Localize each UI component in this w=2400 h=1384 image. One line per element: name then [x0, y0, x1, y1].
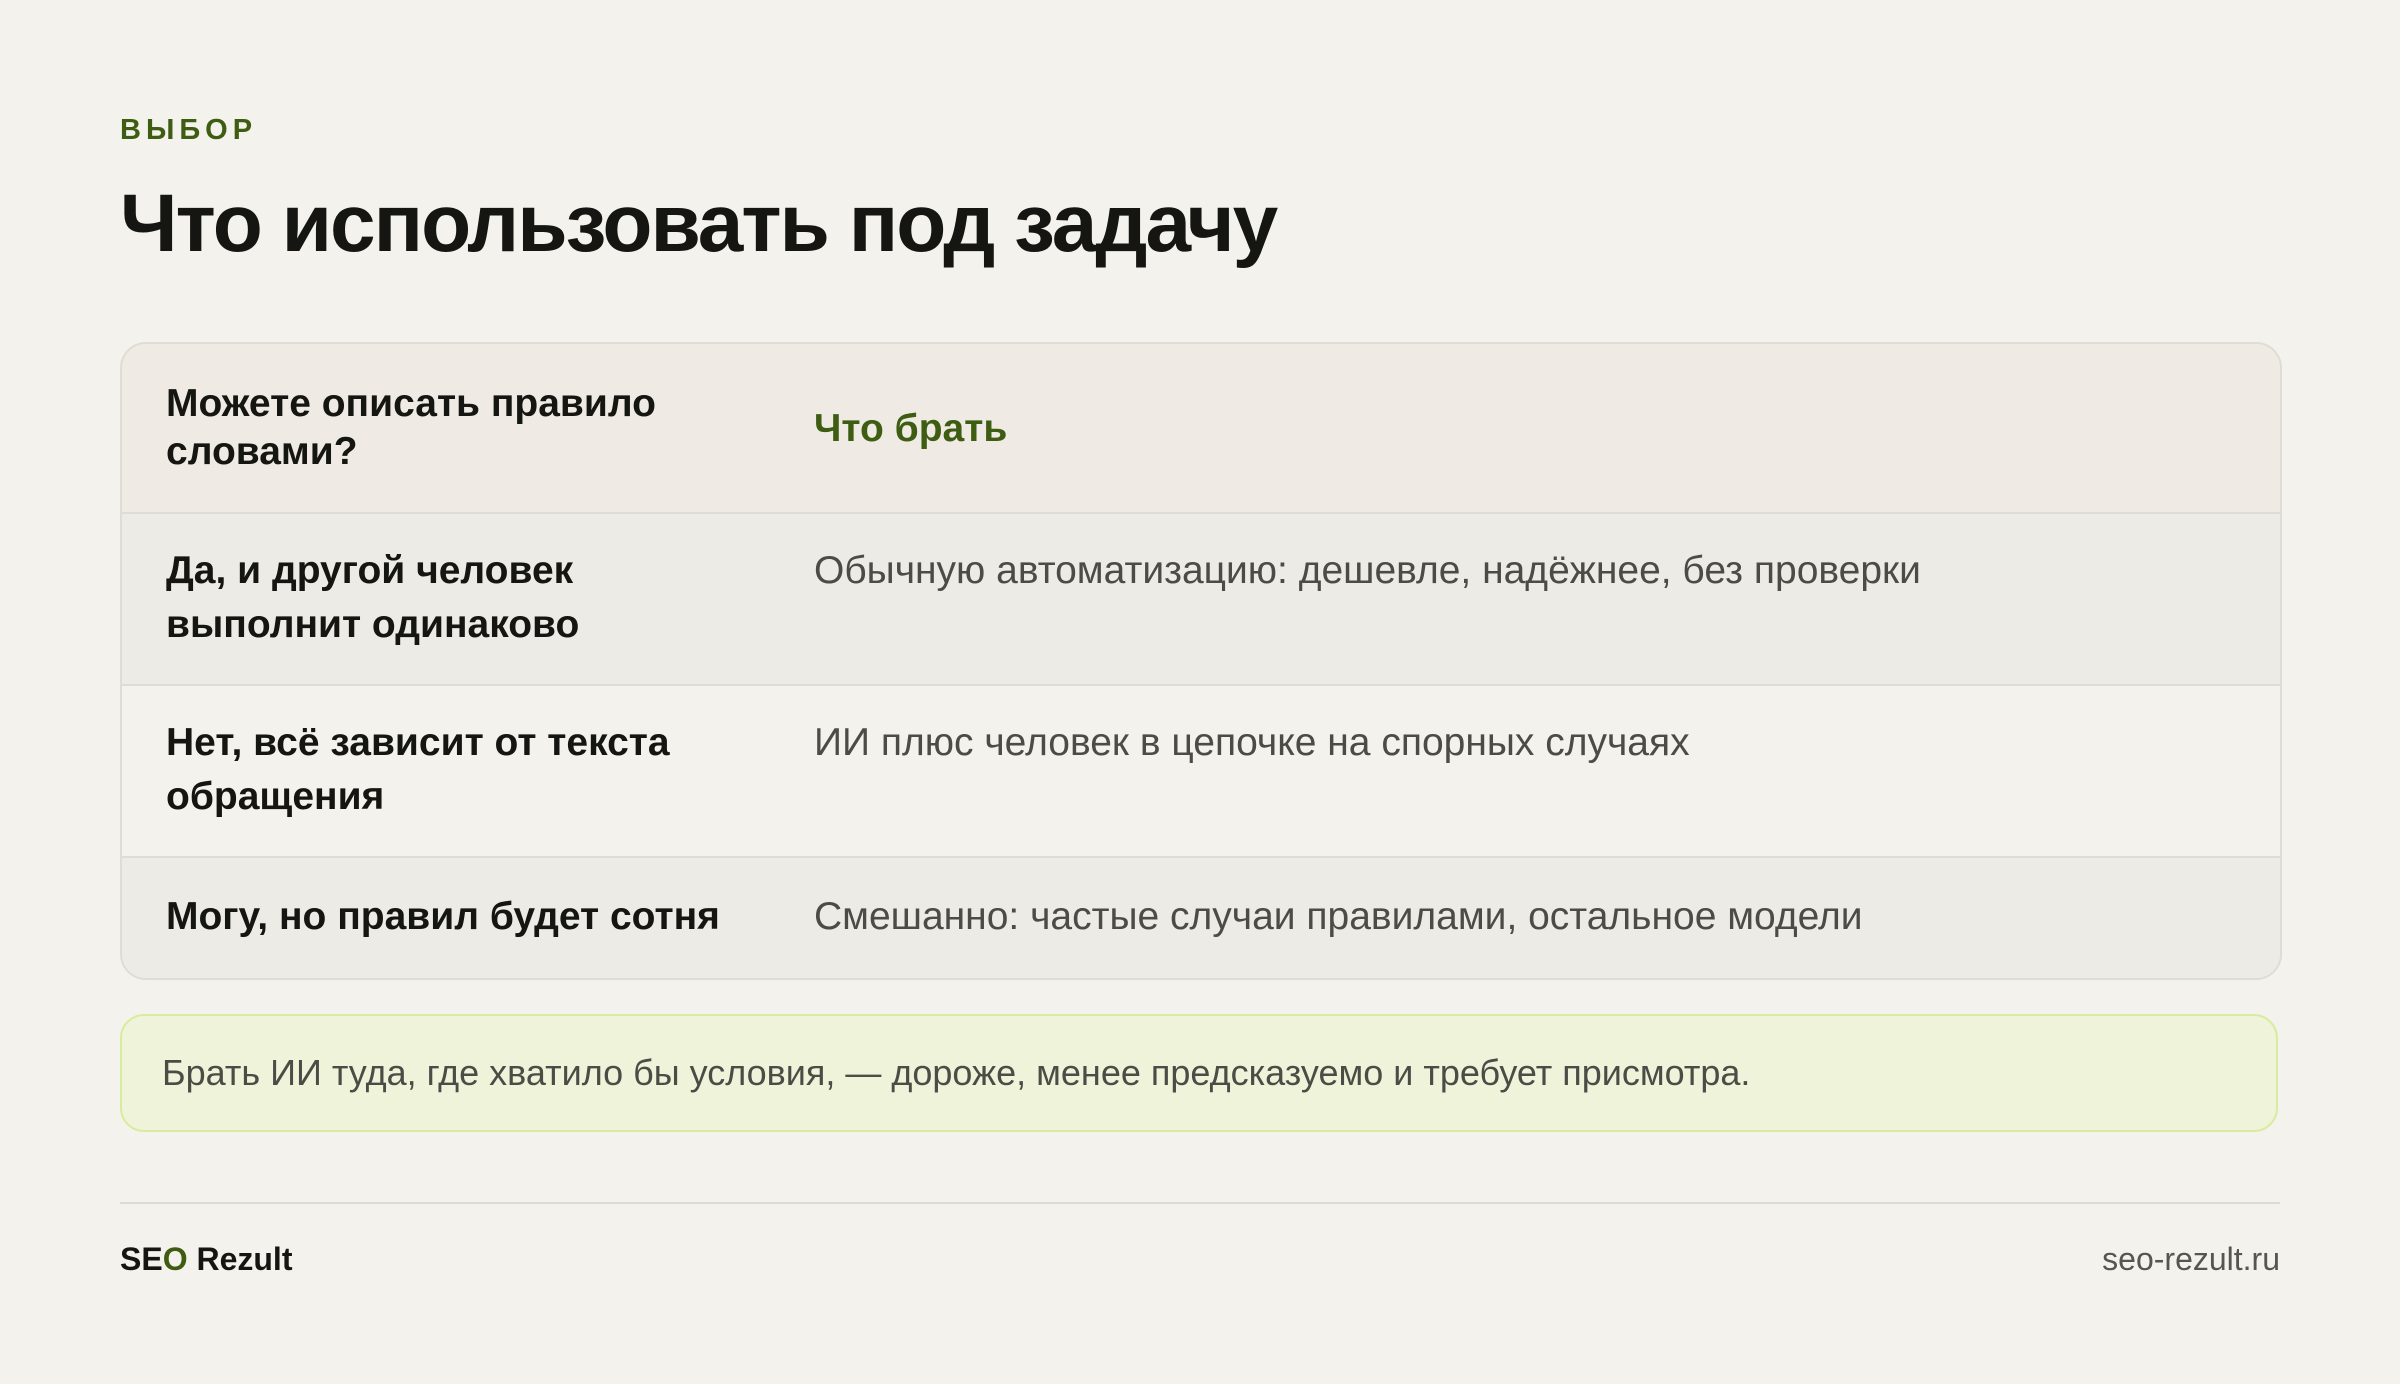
table-header-row: Можете описать правило словами? Что брат… [122, 344, 2280, 514]
table-cell-choice: ИИ плюс человек в цепочке на спорных слу… [814, 721, 1690, 764]
callout-note: Брать ИИ туда, где хватило бы условия, —… [120, 1014, 2278, 1132]
table-row: Могу, но правил будет сотня Смешанно: ча… [122, 858, 2280, 978]
table-row: Нет, всё зависит от текста обращения ИИ … [122, 686, 2280, 858]
brand-accent-letter: O [162, 1241, 188, 1277]
table-cell-choice: Смешанно: частые случаи правилами, остал… [814, 895, 1863, 938]
site-url: seo-rezult.ru [2102, 1241, 2280, 1277]
decision-table: Можете описать правило словами? Что брат… [120, 342, 2282, 980]
table-row: Да, и другой человек выполнит одинаково … [122, 514, 2280, 686]
table-header-condition: Можете описать правило словами? [166, 382, 656, 473]
table-cell-condition: Нет, всё зависит от текста обращения [166, 721, 670, 818]
brand-prefix: SE [120, 1241, 163, 1277]
page-title: Что использовать под задачу [120, 178, 1278, 269]
table-cell-condition: Могу, но правил будет сотня [166, 895, 720, 938]
table-cell-choice: Обычную автоматизацию: дешевле, надёжнее… [814, 549, 1921, 592]
table-cell-condition: Да, и другой человек выполнит одинаково [166, 549, 580, 646]
brand-suffix: Rezult [187, 1241, 293, 1277]
footer-divider [120, 1202, 2280, 1204]
slide: ВЫБОР Что использовать под задачу Можете… [120, 0, 2282, 1384]
section-eyebrow: ВЫБОР [120, 114, 258, 146]
callout-note-text: Брать ИИ туда, где хватило бы условия, —… [162, 1052, 1751, 1093]
table-header-choice: Что брать [814, 407, 1008, 450]
brand-logo: SEO Rezult [120, 1240, 292, 1278]
